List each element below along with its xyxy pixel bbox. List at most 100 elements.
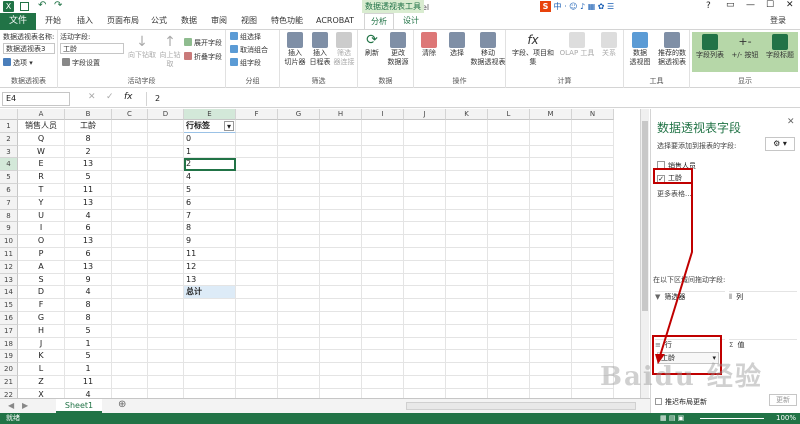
cell-D10[interactable] <box>148 235 184 248</box>
cell-G14[interactable] <box>278 286 320 300</box>
close-icon[interactable]: ✕ <box>786 0 794 10</box>
cell-B5[interactable]: 5 <box>65 171 112 184</box>
cell-F14[interactable] <box>236 286 278 300</box>
cell-H14[interactable] <box>320 286 362 300</box>
cell-N15[interactable] <box>572 299 614 312</box>
cell-D22[interactable] <box>148 388 184 398</box>
cell-B17[interactable]: 5 <box>65 324 112 338</box>
cell-G20[interactable] <box>278 363 320 376</box>
cell-L16[interactable] <box>488 312 530 325</box>
column-header-k[interactable]: K <box>446 109 488 120</box>
cell-D17[interactable] <box>148 324 184 338</box>
cell-J21[interactable] <box>404 376 446 389</box>
cell-M15[interactable] <box>530 299 572 312</box>
cell-L20[interactable] <box>488 363 530 376</box>
cell-E5[interactable]: 4 <box>184 171 236 184</box>
cell-G21[interactable] <box>278 376 320 389</box>
column-header-d[interactable]: D <box>148 109 184 120</box>
row-header-18[interactable]: 18 <box>0 337 18 351</box>
cell-B1[interactable]: 工龄 <box>65 120 112 133</box>
cell-D5[interactable] <box>148 171 184 184</box>
cell-C18[interactable] <box>112 337 148 351</box>
cell-K13[interactable] <box>446 273 488 287</box>
cell-K2[interactable] <box>446 132 488 146</box>
cell-N6[interactable] <box>572 184 614 197</box>
enter-icon[interactable]: ✓ <box>106 92 114 102</box>
cell-J17[interactable] <box>404 324 446 338</box>
next-sheet-icon[interactable]: ▶ <box>22 401 28 410</box>
cell-G13[interactable] <box>278 273 320 287</box>
cell-H17[interactable] <box>320 324 362 338</box>
cell-L21[interactable] <box>488 376 530 389</box>
cell-J20[interactable] <box>404 363 446 376</box>
olap-tools-button[interactable]: OLAP 工具 <box>558 32 596 58</box>
cell-L5[interactable] <box>488 171 530 184</box>
cell-E6[interactable]: 5 <box>184 184 236 197</box>
cell-E7[interactable]: 6 <box>184 196 236 210</box>
cell-I12[interactable] <box>362 260 404 274</box>
cell-C3[interactable] <box>112 145 148 159</box>
cell-L7[interactable] <box>488 196 530 210</box>
cell-G6[interactable] <box>278 184 320 197</box>
group-selection-button[interactable]: 组选择 <box>230 32 261 42</box>
cell-L4[interactable] <box>488 158 530 172</box>
cell-K9[interactable] <box>446 222 488 236</box>
expand-field-button[interactable]: 展开字段 <box>184 38 222 48</box>
field-headers-button[interactable]: 字段标题 <box>762 32 798 72</box>
cell-F16[interactable] <box>236 312 278 325</box>
cell-N8[interactable] <box>572 209 614 223</box>
cell-A17[interactable]: H <box>18 324 65 338</box>
cell-N16[interactable] <box>572 312 614 325</box>
cell-F10[interactable] <box>236 235 278 248</box>
column-header-i[interactable]: I <box>362 109 404 120</box>
cell-F18[interactable] <box>236 337 278 351</box>
cell-M2[interactable] <box>530 132 572 146</box>
tab-view[interactable]: 视图 <box>236 13 262 29</box>
tab-special[interactable]: 特色功能 <box>266 13 308 29</box>
cell-I16[interactable] <box>362 312 404 325</box>
cell-K11[interactable] <box>446 248 488 261</box>
cell-D1[interactable] <box>148 120 184 133</box>
row-header-7[interactable]: 7 <box>0 196 18 210</box>
cell-A3[interactable]: W <box>18 145 65 159</box>
cell-H18[interactable] <box>320 337 362 351</box>
cell-I1[interactable] <box>362 120 404 133</box>
select-all-corner[interactable] <box>0 109 18 120</box>
cell-E3[interactable]: 1 <box>184 145 236 159</box>
cell-G11[interactable] <box>278 248 320 261</box>
cell-M9[interactable] <box>530 222 572 236</box>
cell-B10[interactable]: 13 <box>65 235 112 248</box>
cell-E15[interactable] <box>184 299 236 312</box>
cell-H16[interactable] <box>320 312 362 325</box>
cell-J11[interactable] <box>404 248 446 261</box>
cell-G3[interactable] <box>278 145 320 159</box>
zoom-slider[interactable] <box>700 418 764 419</box>
cell-B15[interactable]: 8 <box>65 299 112 312</box>
cell-C21[interactable] <box>112 376 148 389</box>
cell-L9[interactable] <box>488 222 530 236</box>
cell-B2[interactable]: 8 <box>65 132 112 146</box>
columns-area[interactable]: ⦀ 列 <box>729 291 797 337</box>
cell-C10[interactable] <box>112 235 148 248</box>
cell-G17[interactable] <box>278 324 320 338</box>
cell-N9[interactable] <box>572 222 614 236</box>
cell-N5[interactable] <box>572 171 614 184</box>
cell-H12[interactable] <box>320 260 362 274</box>
select-button[interactable]: 选择 <box>444 32 470 58</box>
cell-C5[interactable] <box>112 171 148 184</box>
cell-L22[interactable] <box>488 388 530 398</box>
drill-up-button[interactable]: ↑ 向上钻 取 <box>158 34 182 69</box>
tab-analyze[interactable]: 分析 <box>364 13 394 29</box>
cell-N2[interactable] <box>572 132 614 146</box>
column-header-e[interactable]: E <box>184 109 236 120</box>
cell-B11[interactable]: 6 <box>65 248 112 261</box>
cell-J18[interactable] <box>404 337 446 351</box>
cell-G2[interactable] <box>278 132 320 146</box>
cell-G16[interactable] <box>278 312 320 325</box>
cell-E16[interactable] <box>184 312 236 325</box>
cell-A8[interactable]: U <box>18 209 65 223</box>
collapse-field-button[interactable]: 折叠字段 <box>184 52 222 62</box>
field-settings-button[interactable]: 字段设置 <box>62 58 100 68</box>
cell-M10[interactable] <box>530 235 572 248</box>
column-header-c[interactable]: C <box>112 109 148 120</box>
